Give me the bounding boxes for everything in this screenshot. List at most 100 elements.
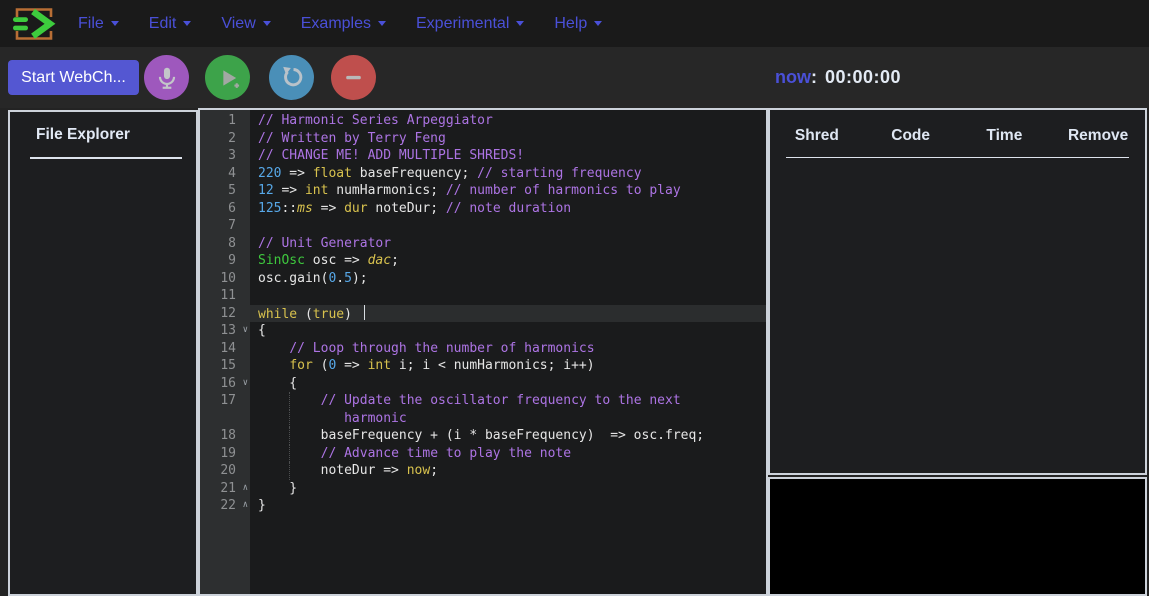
editor-line[interactable]: 16∨ { <box>200 375 766 393</box>
editor-line[interactable]: 3// CHANGE ME! ADD MULTIPLE SHREDS! <box>200 147 766 165</box>
now-separator: : <box>811 67 817 88</box>
add-shred-button[interactable] <box>205 55 250 100</box>
menu-item-view[interactable]: View <box>221 15 270 33</box>
code-text <box>250 217 766 235</box>
line-number[interactable]: 14 <box>200 340 250 358</box>
code-text: // Unit Generator <box>250 235 766 253</box>
start-webchuck-button[interactable]: Start WebCh... <box>8 60 139 95</box>
toolbar: Start WebCh... now: 00:00:00 <box>0 47 1149 108</box>
editor-line[interactable]: 18 baseFrequency + (i * baseFrequency) =… <box>200 427 766 445</box>
line-number[interactable]: 8 <box>200 235 250 253</box>
file-explorer-title: File Explorer <box>36 126 196 144</box>
now-label: now <box>775 67 811 88</box>
menu-item-label: Experimental <box>416 15 509 32</box>
code-text: 125::ms => dur noteDur; // note duration <box>250 200 766 218</box>
chuck-logo-icon[interactable] <box>10 4 58 44</box>
editor-line[interactable]: 1// Harmonic Series Arpeggiator <box>200 112 766 130</box>
line-number[interactable]: 12 <box>200 305 250 323</box>
editor-line[interactable]: 4220 => float baseFrequency; // starting… <box>200 165 766 183</box>
menu-item-file[interactable]: File <box>78 15 119 33</box>
menu-item-help[interactable]: Help <box>554 15 602 33</box>
chevron-down-icon <box>516 21 524 26</box>
line-number[interactable]: 9 <box>200 252 250 270</box>
line-number[interactable]: 18 <box>200 427 250 445</box>
line-number[interactable]: 1 <box>200 112 250 130</box>
line-number[interactable]: 17 <box>200 392 250 410</box>
chevron-down-icon <box>183 21 191 26</box>
replace-shred-button[interactable] <box>269 55 314 100</box>
visualizer-canvas <box>768 477 1147 596</box>
line-number[interactable]: 15 <box>200 357 250 375</box>
microphone-button[interactable] <box>144 55 189 100</box>
remove-shred-icon <box>340 64 367 91</box>
fold-open-icon[interactable]: ∨ <box>243 322 248 340</box>
menu-item-examples[interactable]: Examples <box>301 15 386 33</box>
file-explorer-divider <box>30 157 182 159</box>
remove-shred-button[interactable] <box>331 55 376 100</box>
fold-close-icon[interactable]: ∧ <box>243 497 248 515</box>
editor-line[interactable]: 9SinOsc osc => dac; <box>200 252 766 270</box>
code-text: // Update the oscillator frequency to th… <box>250 392 766 410</box>
chuck-time-display: now: 00:00:00 <box>775 47 901 108</box>
line-number[interactable]: 19 <box>200 445 250 463</box>
code-text <box>250 287 766 305</box>
editor-line[interactable]: harmonic <box>200 410 766 428</box>
menu-bar: File Edit View Examples Experimental Help <box>0 0 1149 47</box>
code-text: // Harmonic Series Arpeggiator <box>250 112 766 130</box>
line-number[interactable]: 21∧ <box>200 480 250 498</box>
code-text: // Written by Terry Feng <box>250 130 766 148</box>
editor-line[interactable]: 2// Written by Terry Feng <box>200 130 766 148</box>
text-cursor <box>364 305 366 320</box>
line-number[interactable]: 13∨ <box>200 322 250 340</box>
shred-column-header-remove: Remove <box>1051 127 1145 145</box>
chevron-down-icon <box>378 21 386 26</box>
line-number[interactable]: 4 <box>200 165 250 183</box>
editor-line[interactable]: 17 // Update the oscillator frequency to… <box>200 392 766 410</box>
line-number[interactable]: 20 <box>200 462 250 480</box>
code-text: SinOsc osc => dac; <box>250 252 766 270</box>
line-number[interactable]: 6 <box>200 200 250 218</box>
code-text: while (true) <box>250 305 766 323</box>
menu-item-edit[interactable]: Edit <box>149 15 192 33</box>
code-text: harmonic <box>250 410 766 428</box>
line-number[interactable]: 16∨ <box>200 375 250 393</box>
editor-line[interactable]: 512 => int numHarmonics; // number of ha… <box>200 182 766 200</box>
editor-line[interactable]: 12while (true) <box>200 305 766 323</box>
line-number[interactable]: 10 <box>200 270 250 288</box>
fold-open-icon[interactable]: ∨ <box>243 375 248 393</box>
editor-line[interactable]: 13∨{ <box>200 322 766 340</box>
menu-item-label: File <box>78 15 104 32</box>
editor-line[interactable]: 22∧} <box>200 497 766 515</box>
code-text: 12 => int numHarmonics; // number of har… <box>250 182 766 200</box>
shred-table-panel: ShredCodeTimeRemove <box>768 108 1147 475</box>
fold-close-icon[interactable]: ∧ <box>243 480 248 498</box>
editor-line[interactable]: 10osc.gain(0.5); <box>200 270 766 288</box>
line-number[interactable]: 3 <box>200 147 250 165</box>
code-editor[interactable]: 1// Harmonic Series Arpeggiator2// Writt… <box>198 108 768 596</box>
editor-line[interactable]: 7 <box>200 217 766 235</box>
code-text: for (0 => int i; i < numHarmonics; i++) <box>250 357 766 375</box>
editor-line[interactable]: 15 for (0 => int i; i < numHarmonics; i+… <box>200 357 766 375</box>
replace-shred-icon <box>278 64 305 91</box>
code-text: osc.gain(0.5); <box>250 270 766 288</box>
shred-column-header-code: Code <box>864 127 958 145</box>
editor-line[interactable]: 14 // Loop through the number of harmoni… <box>200 340 766 358</box>
line-number[interactable]: 2 <box>200 130 250 148</box>
editor-line[interactable]: 8// Unit Generator <box>200 235 766 253</box>
shred-table-divider <box>786 157 1129 158</box>
editor-line[interactable]: 20 noteDur => now; <box>200 462 766 480</box>
line-number[interactable]: 7 <box>200 217 250 235</box>
editor-line[interactable]: 19 // Advance time to play the note <box>200 445 766 463</box>
code-text: baseFrequency + (i * baseFrequency) => o… <box>250 427 766 445</box>
line-number[interactable]: 22∧ <box>200 497 250 515</box>
editor-line[interactable]: 11 <box>200 287 766 305</box>
code-text: 220 => float baseFrequency; // starting … <box>250 165 766 183</box>
editor-line[interactable]: 6125::ms => dur noteDur; // note duratio… <box>200 200 766 218</box>
code-text: // CHANGE ME! ADD MULTIPLE SHREDS! <box>250 147 766 165</box>
line-number[interactable]: 11 <box>200 287 250 305</box>
code-text: // Loop through the number of harmonics <box>250 340 766 358</box>
menu-item-experimental[interactable]: Experimental <box>416 15 524 33</box>
line-number[interactable]: 5 <box>200 182 250 200</box>
editor-line[interactable]: 21∧ } <box>200 480 766 498</box>
line-number[interactable] <box>200 410 250 428</box>
